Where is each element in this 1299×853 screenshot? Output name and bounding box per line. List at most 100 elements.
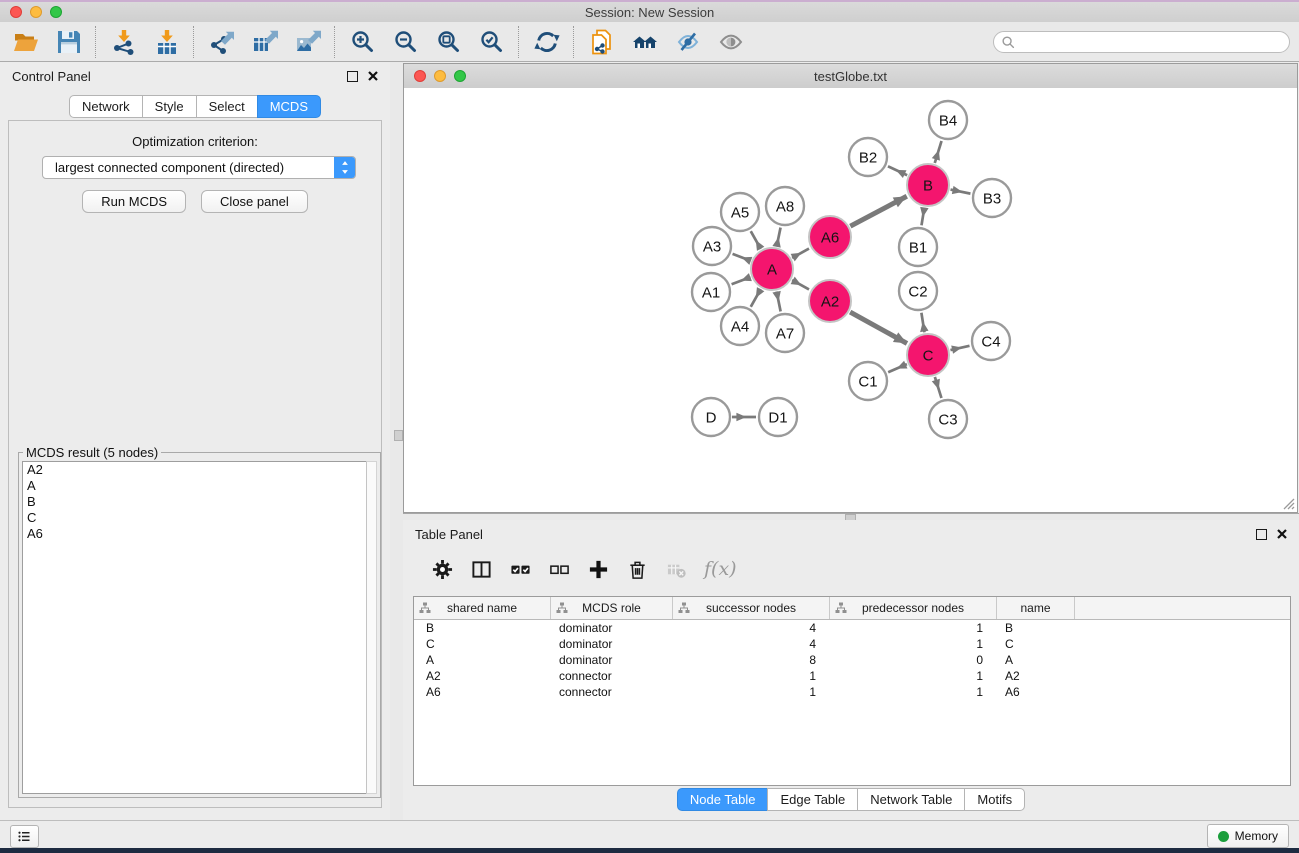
import-network-icon[interactable] <box>110 28 137 55</box>
table-cell: A6 <box>997 685 1075 699</box>
vertical-splitter-handle[interactable] <box>394 430 403 441</box>
control-panel-tabs: NetworkStyleSelectMCDS <box>0 95 390 118</box>
close-window-button[interactable] <box>10 6 22 18</box>
mcds-result-item[interactable]: B <box>23 494 367 510</box>
toggle-column-icon[interactable] <box>470 558 492 580</box>
column-header-label: shared name <box>447 601 517 615</box>
toolbar-separator <box>193 26 195 58</box>
table-row[interactable]: Cdominator41C <box>414 636 1290 652</box>
search-icon <box>1001 35 1016 50</box>
attribute-tree-icon <box>678 602 690 614</box>
network-close-button[interactable] <box>414 70 426 82</box>
tab-network[interactable]: Network <box>69 95 143 118</box>
minimize-window-button[interactable] <box>30 6 42 18</box>
table-row[interactable]: A2connector11A2 <box>414 668 1290 684</box>
tab-network-table[interactable]: Network Table <box>857 788 965 811</box>
zoom-out-icon[interactable] <box>392 28 419 55</box>
graph-node-label: A3 <box>703 238 721 255</box>
zoom-window-button[interactable] <box>50 6 62 18</box>
network-canvas[interactable]: AA1A2A3A4A5A6A7A8BB1B2B3B4CC1C2C3C4DD1 <box>404 88 1297 512</box>
attribute-tree-icon <box>556 602 568 614</box>
column-header-name[interactable]: name <box>997 597 1075 619</box>
toolbar-group <box>533 28 560 55</box>
function-builder-icon[interactable]: f(x) <box>704 558 737 580</box>
network-minimize-button[interactable] <box>434 70 446 82</box>
column-header-predecessor-nodes[interactable]: predecessor nodes <box>830 597 997 619</box>
show-graphics-details-icon[interactable] <box>717 28 744 55</box>
close-panel-icon[interactable] <box>368 71 378 81</box>
app-titlebar: Session: New Session <box>0 2 1299 22</box>
table-panel-header: Table Panel <box>403 520 1299 548</box>
delete-entry-icon[interactable] <box>626 558 648 580</box>
toolbar-group <box>349 28 505 55</box>
export-table-icon[interactable] <box>251 28 278 55</box>
mcds-result-item[interactable]: A2 <box>23 462 367 478</box>
zoom-in-icon[interactable] <box>349 28 376 55</box>
table-cell: 0 <box>830 653 997 667</box>
hide-graphics-details-icon[interactable] <box>674 28 701 55</box>
mcds-result-item[interactable]: A <box>23 478 367 494</box>
close-table-panel-icon[interactable] <box>1277 529 1287 539</box>
float-panel-icon[interactable] <box>347 71 358 82</box>
network-window-controls <box>414 70 466 82</box>
import-table-icon[interactable] <box>153 28 180 55</box>
export-network-icon[interactable] <box>208 28 235 55</box>
graph-node-label: B <box>923 177 933 194</box>
graph-node-label: A2 <box>821 293 839 310</box>
search-field[interactable] <box>993 31 1290 53</box>
column-header-shared-name[interactable]: shared name <box>414 597 551 619</box>
resize-grip-icon[interactable] <box>1282 497 1295 510</box>
toolbar-group <box>12 28 82 55</box>
save-session-icon[interactable] <box>55 28 82 55</box>
column-header-label: predecessor nodes <box>862 601 964 615</box>
search-input[interactable] <box>1016 33 1289 51</box>
edge-arrowhead <box>932 379 940 390</box>
close-panel-button[interactable]: Close panel <box>201 190 308 213</box>
table-row[interactable]: Bdominator41B <box>414 620 1290 636</box>
table-cell: dominator <box>551 653 673 667</box>
table-row[interactable]: Adominator80A <box>414 652 1290 668</box>
network-window-titlebar[interactable]: testGlobe.txt <box>404 64 1297 89</box>
tab-mcds[interactable]: MCDS <box>257 95 321 118</box>
run-mcds-button[interactable]: Run MCDS <box>82 190 186 213</box>
tab-style[interactable]: Style <box>142 95 197 118</box>
select-all-icon[interactable] <box>509 558 531 580</box>
vertical-splitter[interactable] <box>390 62 403 820</box>
mcds-result-list[interactable]: A2ABCA6 <box>22 461 368 794</box>
mcds-result-item[interactable]: C <box>23 510 367 526</box>
column-header-MCDS-role[interactable]: MCDS role <box>551 597 673 619</box>
table-settings-icon[interactable] <box>431 558 453 580</box>
criterion-dropdown[interactable]: largest connected component (directed) <box>42 156 356 179</box>
table-cell: 1 <box>830 621 997 635</box>
network-zoom-button[interactable] <box>454 70 466 82</box>
network-from-file-icon[interactable] <box>588 28 615 55</box>
table-cell: 1 <box>830 637 997 651</box>
add-entry-icon[interactable] <box>587 558 609 580</box>
clear-table-icon <box>665 558 687 580</box>
open-browser-icon[interactable] <box>631 28 658 55</box>
table-panel-tabs: Node TableEdge TableNetwork TableMotifs <box>403 788 1299 811</box>
mcds-result-item[interactable]: A6 <box>23 526 367 542</box>
tab-select[interactable]: Select <box>196 95 258 118</box>
node-table[interactable]: shared name MCDS rolesuccessor nodes prede… <box>413 596 1291 786</box>
column-header-successor-nodes[interactable]: successor nodes <box>673 597 830 619</box>
toolbar-separator <box>95 26 97 58</box>
float-table-panel-icon[interactable] <box>1256 529 1267 540</box>
deselect-all-icon[interactable] <box>548 558 570 580</box>
column-header-filler <box>1075 597 1290 619</box>
zoom-fit-icon[interactable] <box>435 28 462 55</box>
mcds-result-scrollbar[interactable] <box>366 461 377 794</box>
memory-button[interactable]: Memory <box>1207 824 1289 848</box>
attribute-tree-icon <box>835 602 847 614</box>
tab-node-table[interactable]: Node Table <box>677 788 769 811</box>
open-session-icon[interactable] <box>12 28 39 55</box>
table-row[interactable]: A6connector11A6 <box>414 684 1290 700</box>
tab-edge-table[interactable]: Edge Table <box>767 788 858 811</box>
toolbar-separator <box>573 26 575 58</box>
zoom-selected-icon[interactable] <box>478 28 505 55</box>
export-image-icon[interactable] <box>294 28 321 55</box>
graph-node-label: C2 <box>908 283 927 300</box>
tab-motifs[interactable]: Motifs <box>964 788 1025 811</box>
refresh-icon[interactable] <box>533 28 560 55</box>
show-panels-button[interactable] <box>10 825 39 848</box>
